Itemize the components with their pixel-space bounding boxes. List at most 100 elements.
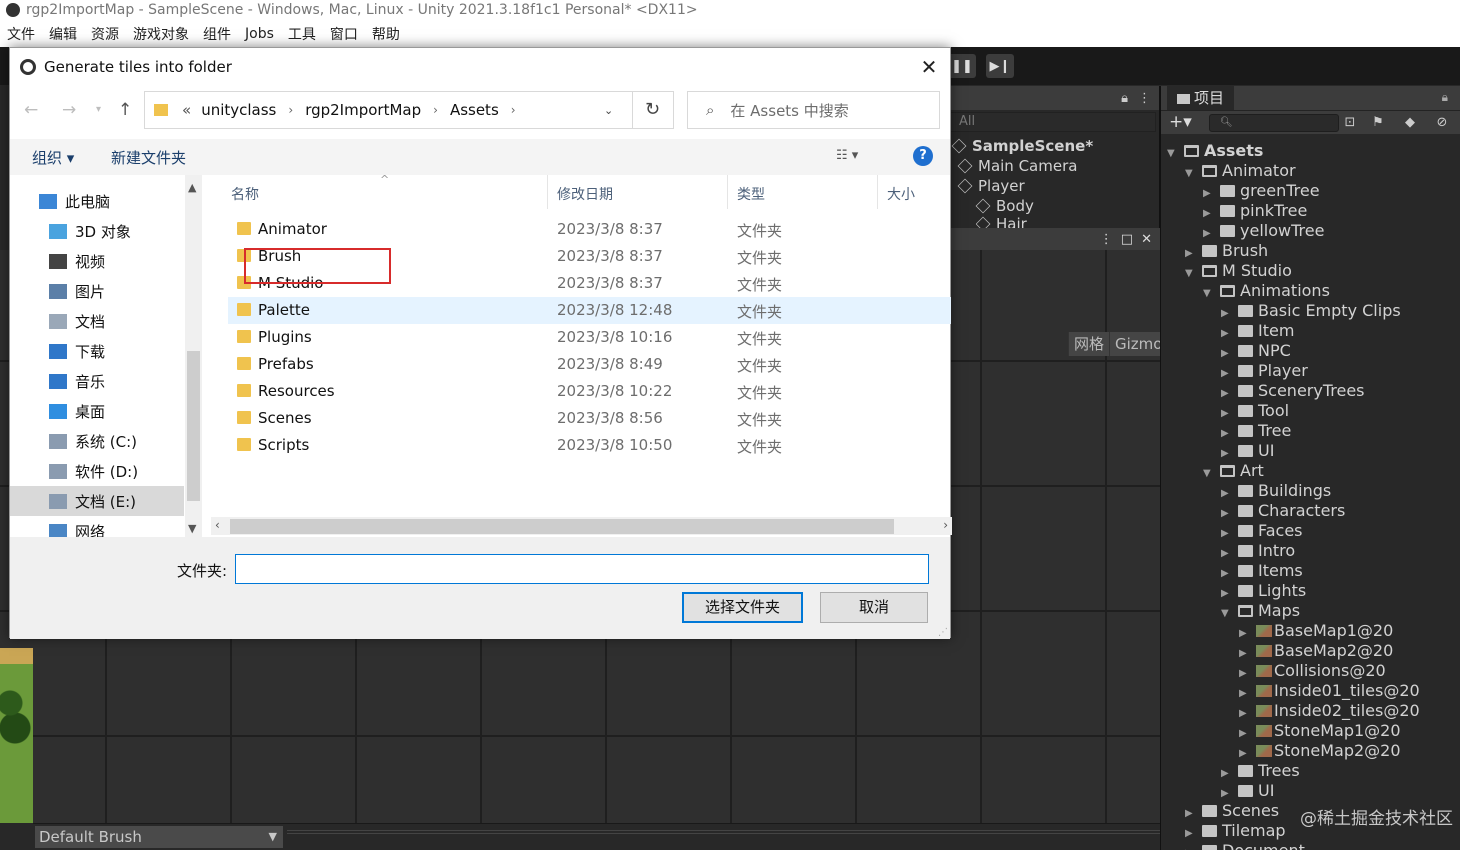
hierarchy-scene-row[interactable]: SampleScene* <box>951 136 1093 156</box>
hierarchy-row[interactable]: Body <box>975 196 1034 216</box>
column-header-size[interactable]: 大小 <box>887 184 915 204</box>
project-tree-item[interactable]: ▼ Maps <box>1221 601 1300 621</box>
project-tree-item[interactable]: ▶ Document <box>1185 841 1305 850</box>
organize-button[interactable]: 组织 ▾ <box>32 147 74 168</box>
menu-jobs[interactable]: Jobs <box>245 26 274 42</box>
expand-down-icon[interactable]: ▼ <box>1221 604 1231 624</box>
nav-item[interactable]: 3D 对象 <box>10 216 184 246</box>
menu-gameobject[interactable]: 游戏对象 <box>133 24 189 44</box>
project-tree-item[interactable]: ▶ Characters <box>1221 501 1345 521</box>
project-tree-item[interactable]: ▶ Scenes <box>1185 801 1279 821</box>
expand-right-icon[interactable]: ▶ <box>1185 844 1195 850</box>
project-tree-item[interactable]: ▶ NPC <box>1221 341 1291 361</box>
menu-edit[interactable]: 编辑 <box>49 24 77 44</box>
project-tree-item[interactable]: ▼ Assets <box>1167 141 1263 161</box>
address-dropdown-icon[interactable]: ⌄ <box>604 104 613 117</box>
hidden-icon[interactable]: ⊘ <box>1433 114 1451 132</box>
file-row[interactable]: Scenes 2023/3/8 8:56 文件夹 <box>228 405 951 432</box>
expand-down-icon[interactable]: ▼ <box>1203 464 1213 484</box>
project-tree-item[interactable]: ▶ StoneMap2@20 <box>1239 741 1401 761</box>
project-tree-item[interactable]: ▶ yellowTree <box>1203 221 1324 241</box>
file-row[interactable]: Animator 2023/3/8 8:37 文件夹 <box>228 216 951 243</box>
more-menu-icon[interactable]: ⋮ <box>1100 232 1113 247</box>
project-tree-item[interactable]: ▶ BaseMap2@20 <box>1239 641 1393 661</box>
file-row[interactable]: Scripts 2023/3/8 10:50 文件夹 <box>228 432 951 459</box>
tab-project[interactable]: 项目 <box>1167 86 1235 110</box>
project-tree-item[interactable]: ▶ Inside01_tiles@20 <box>1239 681 1420 701</box>
project-tree-item[interactable]: ▶ Tilemap <box>1185 821 1286 841</box>
brush-dropdown[interactable]: Default Brush ▼ <box>35 826 283 848</box>
help-button[interactable]: ? <box>913 146 933 166</box>
nav-item[interactable]: 图片 <box>10 276 184 306</box>
expand-down-icon[interactable]: ▼ <box>1203 284 1213 304</box>
project-tree-item[interactable]: ▶ BaseMap1@20 <box>1239 621 1393 641</box>
refresh-button[interactable]: ↻ <box>632 91 674 129</box>
search-input[interactable]: ⌕ 在 Assets 中搜索 <box>687 91 940 129</box>
nav-item[interactable]: 下载 <box>10 336 184 366</box>
menu-component[interactable]: 组件 <box>203 24 231 44</box>
back-arrow-icon[interactable]: ← <box>24 98 38 122</box>
breadcrumb-item[interactable]: unityclass <box>201 101 276 119</box>
expand-down-icon[interactable]: ▼ <box>1185 264 1195 284</box>
create-plus-button[interactable]: +▾ <box>1169 111 1192 133</box>
label-icon[interactable]: ◆ <box>1401 114 1419 132</box>
grid-toggle[interactable]: 网格 <box>1068 332 1110 356</box>
recent-locations-chevron-icon[interactable]: ▾ <box>96 98 101 122</box>
file-row[interactable]: Palette 2023/3/8 12:48 文件夹 <box>228 297 951 324</box>
splitter-handle[interactable] <box>287 830 1168 834</box>
maximize-icon[interactable]: □ <box>1121 232 1133 247</box>
lock-icon[interactable]: 🔒︎ <box>1442 90 1448 105</box>
hierarchy-row[interactable]: Player <box>957 176 1025 196</box>
expand-down-icon[interactable]: ▼ <box>1185 164 1195 184</box>
scroll-up-icon[interactable]: ▲ <box>188 181 196 194</box>
folder-name-input[interactable] <box>235 554 929 584</box>
project-tree-item[interactable]: ▼ Animations <box>1203 281 1330 301</box>
project-tree-item[interactable]: ▶ Intro <box>1221 541 1295 561</box>
project-tree-item[interactable]: ▶ Tree <box>1221 421 1291 441</box>
expand-down-icon[interactable]: ▼ <box>1167 144 1177 164</box>
menu-window[interactable]: 窗口 <box>330 24 358 44</box>
nav-item[interactable]: 桌面 <box>10 396 184 426</box>
menu-assets[interactable]: 资源 <box>91 24 119 44</box>
menu-tools[interactable]: 工具 <box>288 24 316 44</box>
nav-item[interactable]: 网络 <box>10 516 184 537</box>
menu-help[interactable]: 帮助 <box>372 24 400 44</box>
scroll-down-icon[interactable]: ▼ <box>188 522 196 535</box>
chevron-right-icon[interactable]: › <box>288 103 293 117</box>
project-tree-item[interactable]: ▶ Faces <box>1221 521 1303 541</box>
scroll-right-icon[interactable]: › <box>943 518 948 532</box>
project-tree-item[interactable]: ▶ greenTree <box>1203 181 1320 201</box>
search-by-type-icon[interactable]: ⊡ <box>1341 114 1359 132</box>
project-tree-item[interactable]: ▶ Inside02_tiles@20 <box>1239 701 1420 721</box>
cancel-button[interactable]: 取消 <box>820 592 928 623</box>
column-header-date[interactable]: 修改日期 <box>557 184 613 204</box>
select-folder-button[interactable]: 选择文件夹 <box>682 592 803 623</box>
new-folder-button[interactable]: 新建文件夹 <box>111 147 186 168</box>
lock-icon[interactable]: 🔒︎ <box>1121 91 1128 106</box>
hierarchy-search-input[interactable]: All <box>950 112 1156 132</box>
project-tree-item[interactable]: ▶ UI <box>1221 441 1274 461</box>
project-tree-item[interactable]: ▶ Player <box>1221 361 1308 381</box>
menu-file[interactable]: 文件 <box>7 24 35 44</box>
project-tree-item[interactable]: ▶ Buildings <box>1221 481 1331 501</box>
chevron-right-icon[interactable]: › <box>433 103 438 117</box>
project-search-input[interactable]: 🔍︎ <box>1209 114 1339 132</box>
pause-button[interactable]: ❚❚ <box>948 54 976 78</box>
nav-item[interactable]: 系统 (C:) <box>10 426 184 456</box>
project-tree-item[interactable]: ▼ Art <box>1203 461 1264 481</box>
navigation-scrollbar[interactable]: ▲ ▼ <box>185 175 202 537</box>
breadcrumb-item[interactable]: rgp2ImportMap <box>305 101 421 119</box>
step-button[interactable]: ▶❙ <box>986 54 1014 78</box>
nav-item[interactable]: 软件 (D:) <box>10 456 184 486</box>
close-button[interactable]: ✕ <box>916 54 942 80</box>
hierarchy-row[interactable]: Main Camera <box>957 156 1077 176</box>
project-tree-item[interactable]: ▶ Items <box>1221 561 1303 581</box>
project-tree-item[interactable]: ▶ SceneryTrees <box>1221 381 1365 401</box>
file-row[interactable]: Plugins 2023/3/8 10:16 文件夹 <box>228 324 951 351</box>
nav-item[interactable]: 此电脑 <box>10 186 184 216</box>
up-arrow-icon[interactable]: ↑ <box>118 98 132 122</box>
nav-item[interactable]: 音乐 <box>10 366 184 396</box>
project-tree-item[interactable]: ▶ StoneMap1@20 <box>1239 721 1401 741</box>
project-tree-item[interactable]: ▶ pinkTree <box>1203 201 1307 221</box>
project-tree-item[interactable]: ▶ Tool <box>1221 401 1289 421</box>
